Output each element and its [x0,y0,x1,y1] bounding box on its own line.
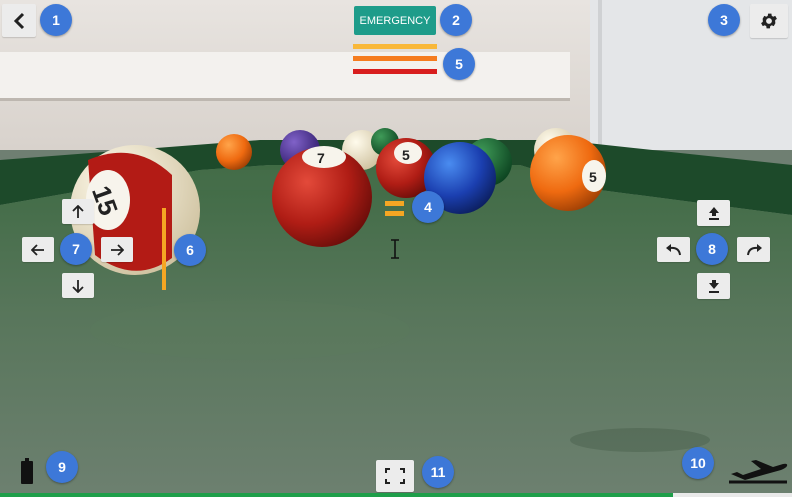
horizon-marker-top [385,201,404,206]
throttle-bar [162,208,166,290]
rotate-right-button[interactable] [737,237,770,262]
rotate-left-button[interactable] [657,237,690,262]
annotation-badge: 7 [60,233,92,265]
airplane-takeoff-icon[interactable] [727,458,789,486]
annotation-badge: 9 [46,451,78,483]
progress-bar [0,493,792,497]
level-bar-orange [353,56,437,61]
emergency-button[interactable]: EMERGENCY [354,6,436,35]
annotation-badge: 11 [422,456,454,488]
undo-icon [665,243,681,255]
fullscreen-icon [385,468,405,484]
move-down-button[interactable] [62,273,94,298]
move-right-button[interactable] [101,237,133,262]
ascend-button[interactable] [697,200,730,226]
camera-feed: 5 5 7 1 5 EMERGENCY 1 2 3 4 5 6 7 8 9 10 … [0,0,792,497]
text-cursor-icon [391,239,399,259]
download-icon [708,280,719,293]
progress-bar-fill [0,493,674,497]
svg-text:7: 7 [317,150,325,166]
chevron-left-icon [13,12,25,29]
annotation-badge: 6 [174,234,206,266]
annotation-badge: 2 [440,4,472,36]
svg-text:5: 5 [402,147,410,163]
annotation-badge: 4 [412,191,444,223]
settings-button[interactable] [750,4,788,38]
descend-button[interactable] [697,273,730,299]
annotation-badge: 3 [708,4,740,36]
arrow-left-icon [31,243,44,256]
arrow-down-icon [72,279,84,293]
back-button[interactable] [2,4,36,37]
battery-icon [21,458,33,484]
horizon-marker-bottom [385,211,404,216]
level-bar-red [353,69,437,74]
move-up-button[interactable] [62,199,94,224]
upload-icon [708,207,719,220]
annotation-badge: 8 [696,233,728,265]
annotation-badge: 10 [682,447,714,479]
gear-icon [761,13,777,29]
move-left-button[interactable] [22,237,54,262]
annotation-badge: 1 [40,4,72,36]
fullscreen-button[interactable] [376,460,414,492]
svg-text:5: 5 [589,169,597,185]
level-bar-yellow [353,44,437,49]
arrow-up-icon [72,204,84,218]
annotation-badge: 5 [443,48,475,80]
arrow-right-icon [111,243,124,256]
redo-icon [746,243,762,255]
